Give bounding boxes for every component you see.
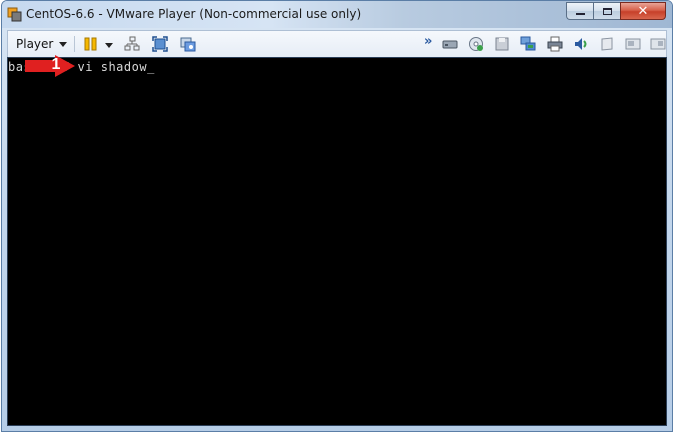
floppy-icon[interactable] [494, 36, 510, 52]
printer-icon[interactable] [547, 36, 563, 52]
toolbar-separator [74, 36, 75, 52]
title-bar[interactable]: CentOS-6.6 - VMware Player (Non-commerci… [2, 1, 672, 28]
minimize-button[interactable] [566, 2, 593, 20]
cd-dvd-icon[interactable] [468, 36, 484, 52]
send-ctrl-alt-del-icon[interactable] [124, 36, 140, 52]
window-title: CentOS-6.6 - VMware Player (Non-commerci… [26, 7, 362, 21]
maximize-button[interactable] [593, 2, 620, 20]
network-adapter-icon[interactable] [520, 36, 536, 52]
fullscreen-icon[interactable] [152, 36, 168, 52]
chevron-down-icon [59, 41, 68, 47]
hard-disk-icon[interactable] [442, 36, 458, 52]
hide-icon[interactable] [625, 36, 641, 52]
display-icon[interactable] [650, 36, 666, 52]
vmware-toolbar: Player » [7, 30, 667, 57]
close-icon: ✕ [637, 3, 649, 19]
sound-card-icon[interactable] [573, 36, 589, 52]
maximize-icon [602, 7, 612, 15]
close-button[interactable]: ✕ [620, 2, 666, 20]
player-menu-button[interactable]: Player [12, 34, 71, 54]
player-menu-label: Player [16, 37, 54, 51]
callout-number: 1 [51, 56, 61, 73]
window-controls: ✕ [566, 2, 666, 21]
more-icon[interactable]: » [424, 34, 432, 49]
vmware-app-icon[interactable] [7, 7, 22, 22]
pause-dropdown-icon[interactable] [105, 43, 113, 48]
vmware-window: CentOS-6.6 - VMware Player (Non-commerci… [1, 0, 673, 432]
terminal-cursor: _ [147, 60, 155, 74]
usb-device-icon[interactable] [599, 36, 615, 52]
minimize-icon [575, 13, 585, 15]
unity-icon[interactable] [180, 36, 196, 52]
vm-console-screen[interactable]: bas # vi shadow_ [7, 57, 667, 426]
pause-icon[interactable] [83, 36, 99, 52]
